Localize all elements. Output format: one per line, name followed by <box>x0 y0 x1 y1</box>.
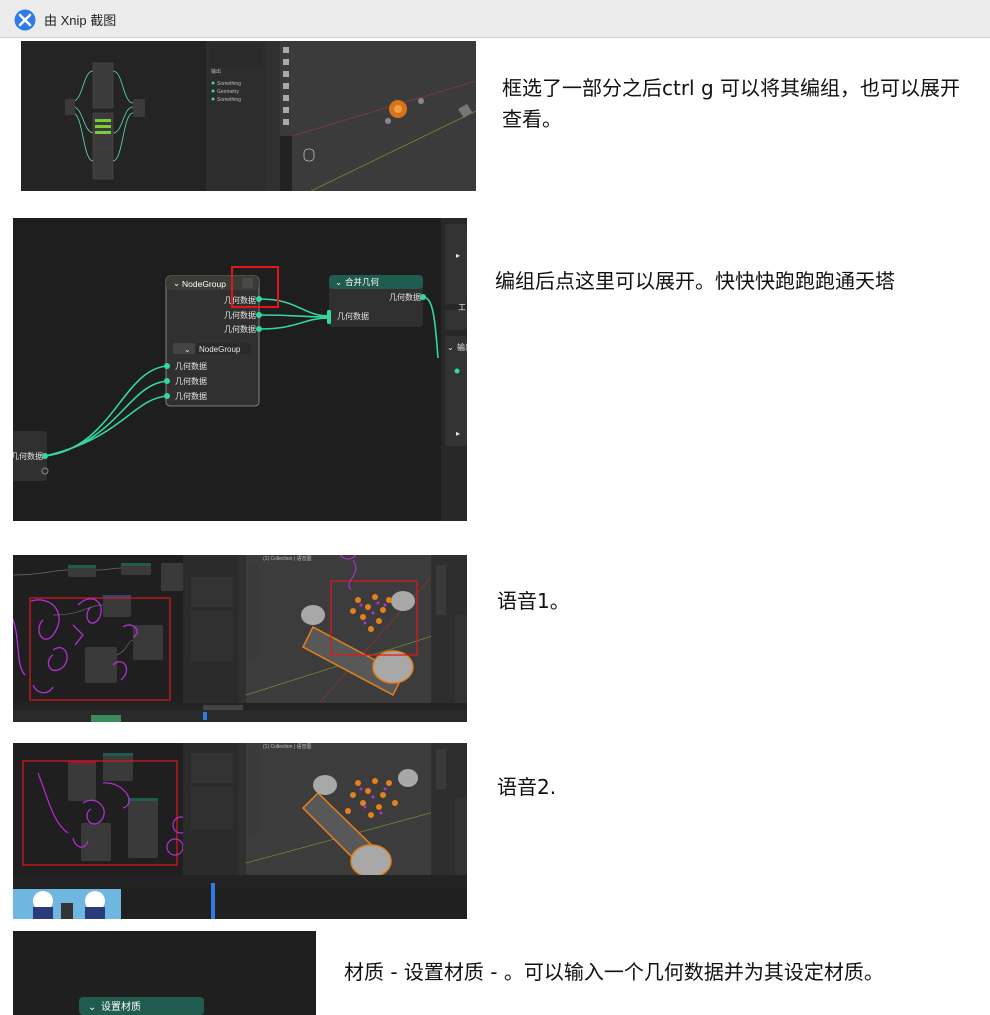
svg-text:▸: ▸ <box>456 251 460 260</box>
output-label: 几何数据 <box>224 295 256 305</box>
svg-text:⌄: ⌄ <box>173 278 180 288</box>
node-overview-canvas: 输出 Something Geometry Something <box>21 41 476 191</box>
screenshot-node-overview: 输出 Something Geometry Something <box>21 41 476 191</box>
screenshot-voice-2: (1) Collection | 语音图 <box>13 743 467 919</box>
join-output-label: 几何数据 <box>389 292 421 302</box>
panel-title: 输出 <box>211 68 221 75</box>
screenshot-node-group: 几何数据 ⌄ NodeGroup 几何数据 几何数据 几何数据 ⌄ NodeGr… <box>13 218 467 521</box>
side-label: 输出 <box>457 342 467 352</box>
left-socket-label: 几何数据 <box>13 451 43 461</box>
panel-item: Geometry <box>217 89 239 95</box>
viewport-label: (1) Collection | 语音图 <box>263 743 312 750</box>
svg-text:⌄: ⌄ <box>88 1002 96 1013</box>
join-input-label: 几何数据 <box>337 311 369 321</box>
panel-item: Something <box>217 81 241 87</box>
note-4: 语音2. <box>497 775 557 799</box>
side-char: 工 <box>458 303 466 312</box>
svg-text:⌄: ⌄ <box>184 345 191 354</box>
xnip-logo-icon <box>14 9 36 31</box>
input-label: 几何数据 <box>175 376 207 386</box>
svg-text:⌄: ⌄ <box>335 277 342 287</box>
set-material-node[interactable]: ⌄ 设置材质 <box>79 997 204 1015</box>
window-title: 由 Xnip 截图 <box>44 13 117 28</box>
node-group-title: NodeGroup <box>182 279 226 289</box>
join-geometry-node[interactable]: ⌄ 合并几何 几何数据 几何数据 <box>327 275 426 327</box>
join-title: 合并几何 <box>345 277 380 287</box>
svg-text:⌄: ⌄ <box>447 343 454 352</box>
input-label: 几何数据 <box>175 391 207 401</box>
note-5: 材质 - 设置材质 - 。可以输入一个几何数据并为其设定材质。 <box>344 960 884 984</box>
voice2-canvas: (1) Collection | 语音图 <box>13 743 467 919</box>
note-2: 编组后点这里可以展开。快快快跑跑跑通天塔 <box>495 269 895 293</box>
screenshot-set-material: ⌄ 设置材质 <box>13 931 316 1015</box>
output-label: 几何数据 <box>224 310 256 320</box>
screenshot-voice-1: (1) Collection | 语音图 <box>13 555 467 722</box>
note-3: 语音1。 <box>497 589 570 613</box>
note-1: 框选了一部分之后ctrl g 可以将其编组，也可以展开查看。 <box>502 76 961 131</box>
panel-item: Something <box>217 97 241 103</box>
node-group-canvas: 几何数据 ⌄ NodeGroup 几何数据 几何数据 几何数据 ⌄ NodeGr… <box>13 218 467 521</box>
set-material-title: 设置材质 <box>101 1000 141 1013</box>
group-selector-label: NodeGroup <box>199 345 241 354</box>
window-titlebar: 由 Xnip 截图 <box>0 0 990 38</box>
node-group-node[interactable]: ⌄ NodeGroup 几何数据 几何数据 几何数据 ⌄ NodeGroup 几… <box>164 275 262 407</box>
output-label: 几何数据 <box>224 324 256 334</box>
viewport-label: (1) Collection | 语音图 <box>263 555 312 562</box>
set-material-canvas: ⌄ 设置材质 <box>79 997 204 1015</box>
input-label: 几何数据 <box>175 361 207 371</box>
svg-text:▸: ▸ <box>456 429 460 438</box>
voice1-canvas: (1) Collection | 语音图 <box>13 555 467 722</box>
